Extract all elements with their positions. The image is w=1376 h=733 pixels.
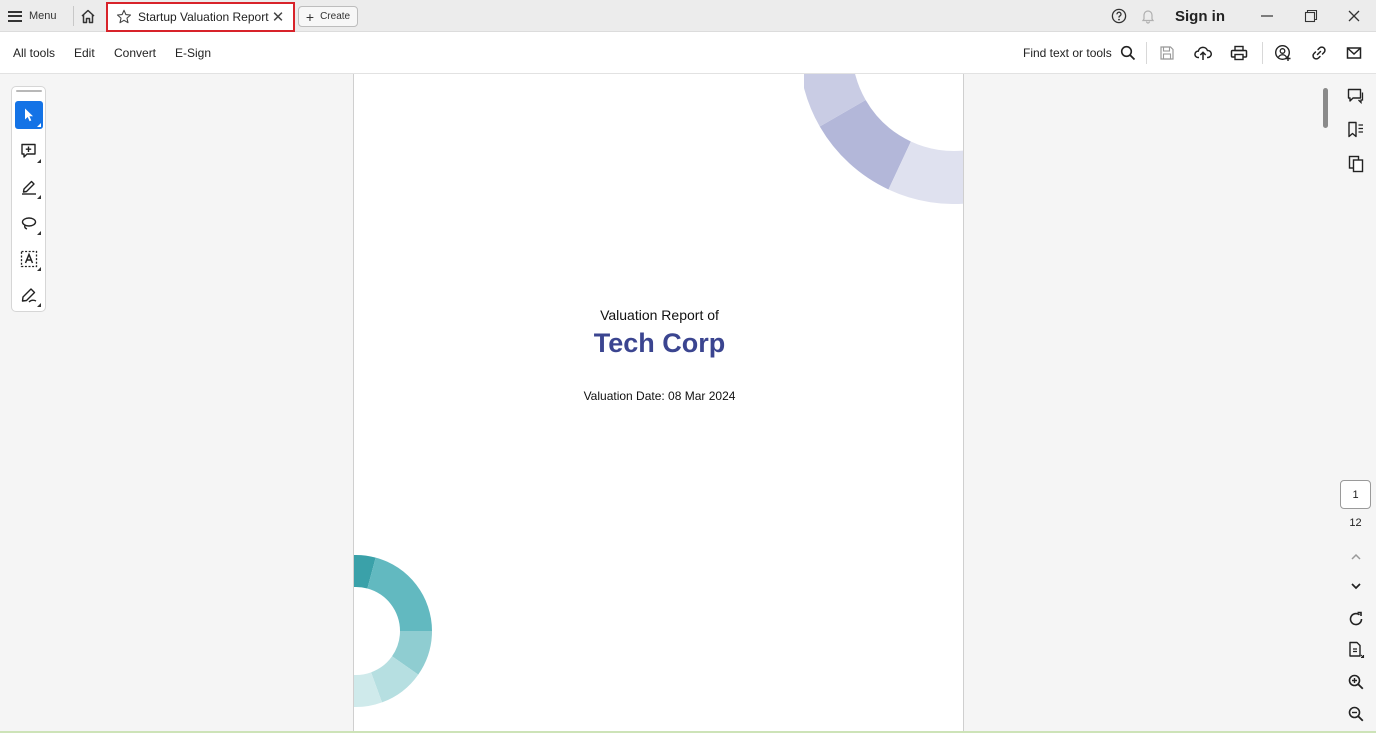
chevron-down-icon xyxy=(1351,583,1361,590)
rotate-button[interactable] xyxy=(1346,609,1366,629)
bookmarks-icon xyxy=(1348,121,1363,138)
hamburger-icon xyxy=(8,10,22,22)
all-tools-menu[interactable]: All tools xyxy=(13,46,55,60)
minimize-icon xyxy=(1261,15,1273,17)
zoom-in-button[interactable] xyxy=(1346,672,1366,692)
comments-panel-button[interactable] xyxy=(1346,86,1366,106)
print-button[interactable] xyxy=(1229,43,1249,63)
decorative-ring-bottom xyxy=(354,555,432,707)
save-button[interactable] xyxy=(1157,43,1177,63)
rail-grip[interactable] xyxy=(16,90,42,92)
document-page: Valuation Report of Tech Corp Valuation … xyxy=(353,74,964,733)
share-button[interactable] xyxy=(1273,43,1293,63)
close-icon xyxy=(1348,10,1360,22)
document-tab[interactable]: Startup Valuation Report ✕ xyxy=(106,2,295,32)
current-page-input[interactable]: 1 xyxy=(1340,480,1371,509)
tab-title: Startup Valuation Report xyxy=(138,10,269,24)
select-tool-button[interactable] xyxy=(15,101,43,129)
close-tab-icon[interactable]: ✕ xyxy=(271,8,285,26)
highlight-pen-icon xyxy=(22,180,36,195)
fill-sign-tool-button[interactable] xyxy=(15,281,43,309)
esign-menu[interactable]: E-Sign xyxy=(175,46,211,60)
text-recognition-icon xyxy=(20,250,38,268)
fill-sign-icon xyxy=(21,288,37,303)
chevron-up-icon xyxy=(1351,553,1361,560)
zoom-out-icon xyxy=(1348,706,1364,722)
ring-segment xyxy=(367,557,432,631)
add-comment-icon xyxy=(21,143,36,158)
fit-page-button[interactable] xyxy=(1346,640,1366,660)
create-label: Create xyxy=(320,11,351,22)
quick-tools-rail xyxy=(11,86,46,312)
search-icon xyxy=(1120,45,1135,61)
bell-icon xyxy=(1141,10,1155,24)
star-icon[interactable] xyxy=(116,9,132,25)
notifications-button[interactable] xyxy=(1139,7,1157,25)
sign-in-button[interactable]: Sign in xyxy=(1175,6,1225,26)
save-icon xyxy=(1160,46,1174,60)
upload-cloud-icon xyxy=(1194,46,1212,60)
menu-label: Menu xyxy=(29,10,57,22)
help-button[interactable] xyxy=(1110,7,1128,25)
draw-tool-button[interactable] xyxy=(15,209,43,237)
home-button[interactable] xyxy=(76,6,100,26)
minimize-button[interactable] xyxy=(1259,6,1275,26)
lasso-draw-icon xyxy=(21,217,37,230)
help-icon xyxy=(1111,8,1127,24)
divider xyxy=(1262,42,1263,64)
restore-button[interactable] xyxy=(1303,6,1319,26)
next-page-button[interactable] xyxy=(1346,576,1366,596)
select-cursor-icon xyxy=(25,108,33,122)
link-icon xyxy=(1312,46,1326,60)
highlight-tool-button[interactable] xyxy=(15,173,43,201)
total-pages: 12 xyxy=(1349,517,1362,529)
pages-panel-button[interactable] xyxy=(1346,154,1366,174)
right-panel-rail xyxy=(1336,74,1376,733)
print-icon xyxy=(1230,45,1248,61)
vertical-scrollbar[interactable] xyxy=(1319,74,1336,733)
company-name: Tech Corp xyxy=(593,328,726,358)
pages-icon xyxy=(1348,155,1364,173)
plus-icon: + xyxy=(305,8,315,25)
home-icon xyxy=(81,9,95,23)
comment-tool-button[interactable] xyxy=(15,137,43,165)
zoom-out-button[interactable] xyxy=(1346,704,1366,724)
zoom-in-icon xyxy=(1348,674,1364,690)
email-button[interactable] xyxy=(1344,43,1364,63)
divider xyxy=(1146,42,1147,64)
comments-icon xyxy=(1347,88,1364,104)
find-label: Find text or tools xyxy=(1023,46,1112,60)
main-toolbar: All tools Edit Convert E-Sign Find text … xyxy=(0,32,1376,74)
share-user-icon xyxy=(1274,44,1291,61)
rotate-icon xyxy=(1349,611,1363,626)
create-button[interactable]: + Create xyxy=(298,6,358,27)
link-button[interactable] xyxy=(1309,43,1329,63)
convert-menu[interactable]: Convert xyxy=(114,46,156,60)
divider xyxy=(73,6,74,26)
bookmarks-panel-button[interactable] xyxy=(1346,120,1366,140)
previous-page-button[interactable] xyxy=(1346,547,1366,567)
decorative-ring-top xyxy=(804,74,963,204)
email-icon xyxy=(1346,47,1362,59)
edit-menu[interactable]: Edit xyxy=(74,46,95,60)
report-subtitle: Valuation Report of xyxy=(600,307,719,323)
scrollbar-thumb[interactable] xyxy=(1323,88,1328,128)
upload-button[interactable] xyxy=(1193,43,1213,63)
fit-page-icon xyxy=(1349,641,1365,659)
menu-button[interactable]: Menu xyxy=(8,6,57,26)
close-window-button[interactable] xyxy=(1346,6,1362,26)
text-select-tool-button[interactable] xyxy=(15,245,43,273)
valuation-date: Valuation Date: 08 Mar 2024 xyxy=(583,389,736,403)
title-bar: Menu Startup Valuation Report ✕ + Create… xyxy=(0,0,1376,32)
find-text-or-tools[interactable]: Find text or tools xyxy=(1023,45,1136,61)
restore-icon xyxy=(1304,9,1318,23)
